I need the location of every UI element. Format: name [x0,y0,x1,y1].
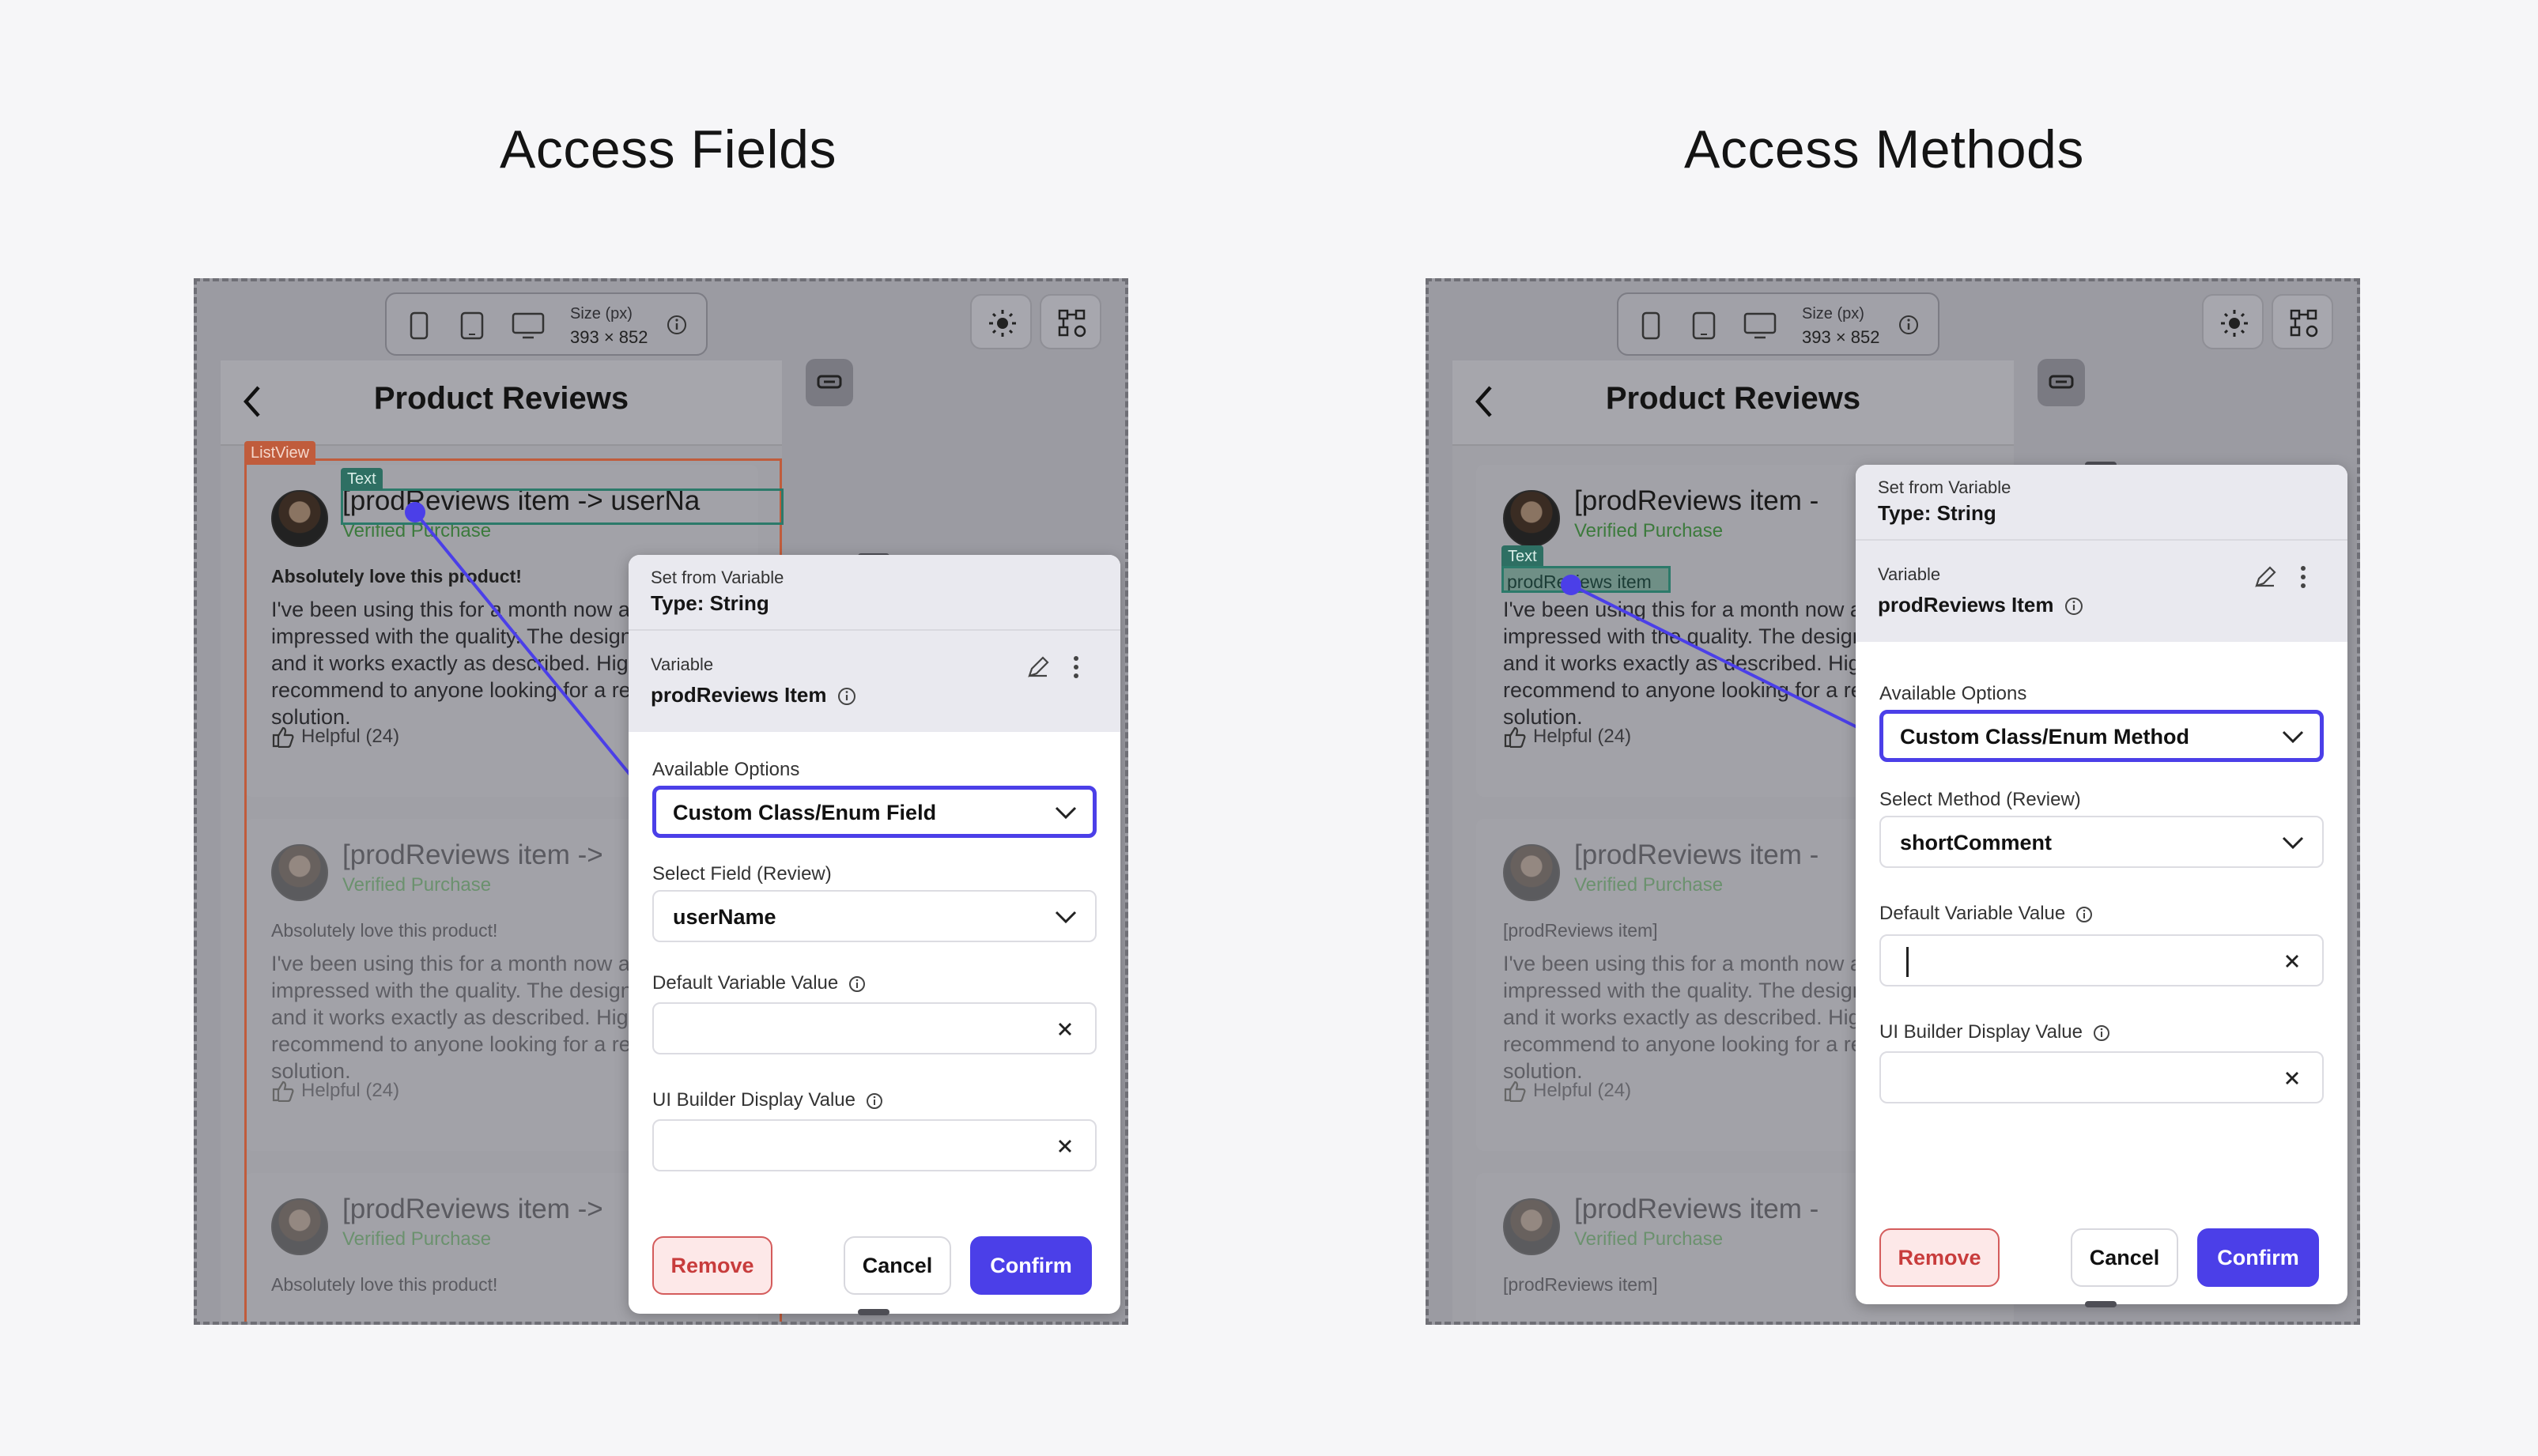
clear-icon[interactable] [2283,952,2302,971]
default-value-input[interactable] [1879,934,2324,986]
available-options-label: Available Options [1879,683,2027,704]
variable-value-text: prodReviews Item [1878,593,2054,617]
select-method-select[interactable]: shortComment [1879,816,2324,868]
info-icon[interactable] [837,687,856,706]
resize-handle-bottom[interactable] [2085,1301,2117,1307]
display-value-label: UI Builder Display Value [652,1089,883,1111]
info-icon[interactable] [866,1092,883,1110]
available-options-label: Available Options [652,759,800,780]
remove-button[interactable]: Remove [652,1236,772,1295]
display-value-label-text: UI Builder Display Value [652,1089,856,1111]
default-value-label: Default Variable Value [1879,903,2093,925]
available-options-select[interactable]: Custom Class/Enum Field [652,786,1097,838]
clear-icon[interactable] [1056,1137,1074,1156]
type-label: Type: String [651,591,769,615]
chevron-down-icon [1055,806,1077,820]
more-options-icon[interactable] [2298,564,2308,590]
default-value-label-text: Default Variable Value [652,972,839,994]
display-value-label: UI Builder Display Value [1879,1021,2110,1043]
chevron-down-icon [2282,730,2304,744]
remove-button[interactable]: Remove [1879,1228,2000,1287]
variable-section: Variable prodReviews Item [1856,541,2347,642]
clear-icon[interactable] [2283,1069,2302,1088]
set-from-label: Set from Variable [1878,477,2011,497]
select-method-label: Select Method (Review) [1879,789,2081,810]
default-value-label: Default Variable Value [652,972,866,994]
confirm-button[interactable]: Confirm [2197,1228,2319,1287]
display-value-input[interactable] [1879,1051,2324,1103]
select-method-value: shortComment [1900,831,2053,854]
set-variable-panel: Set from Variable Type: String Variable … [1856,465,2347,1304]
more-options-icon[interactable] [1071,654,1081,680]
display-value-input[interactable] [652,1119,1097,1171]
select-field-select[interactable]: userName [652,890,1097,942]
chevron-down-icon [1055,911,1077,924]
info-icon[interactable] [2064,597,2083,616]
canvas-frame-left: Size (px) 393 × 852 Product Reviews [pro… [194,278,1128,1325]
clear-icon[interactable] [1056,1020,1074,1039]
info-icon[interactable] [848,975,866,993]
available-options-value: Custom Class/Enum Field [673,801,937,824]
panel-header: Set from Variable Type: String [629,555,1120,631]
default-value-input[interactable] [652,1002,1097,1054]
cancel-button[interactable]: Cancel [844,1236,951,1295]
canvas-frame-right: Size (px) 393 × 852 Product Reviews [pro… [1426,278,2360,1325]
default-value-label-text: Default Variable Value [1879,903,2066,924]
edit-pencil-icon[interactable] [1025,654,1051,680]
cancel-button[interactable]: Cancel [2071,1228,2178,1287]
select-field-value: userName [673,905,776,929]
panel-header: Set from Variable Type: String [1856,465,2347,541]
type-label: Type: String [1878,501,1996,525]
heading-access-fields: Access Fields [500,119,837,179]
resize-handle-bottom[interactable] [858,1309,889,1315]
text-cursor [1906,947,1909,977]
variable-value: prodReviews Item [651,683,856,707]
variable-value-text: prodReviews Item [651,683,827,707]
edit-pencil-icon[interactable] [2253,564,2278,590]
set-variable-panel: Set from Variable Type: String Variable … [629,555,1120,1314]
info-icon[interactable] [2075,906,2093,923]
available-options-value: Custom Class/Enum Method [1900,725,2190,749]
available-options-select[interactable]: Custom Class/Enum Method [1879,710,2324,762]
display-value-label-text: UI Builder Display Value [1879,1021,2083,1043]
variable-value: prodReviews Item [1878,593,2083,617]
set-from-label: Set from Variable [651,568,784,587]
variable-label: Variable [1878,564,1941,584]
variable-label: Variable [651,654,714,674]
info-icon[interactable] [2093,1024,2110,1042]
heading-access-methods: Access Methods [1684,119,2084,179]
variable-section: Variable prodReviews Item [629,631,1120,732]
chevron-down-icon [2282,836,2304,850]
select-field-label: Select Field (Review) [652,863,832,885]
confirm-button[interactable]: Confirm [970,1236,1092,1295]
